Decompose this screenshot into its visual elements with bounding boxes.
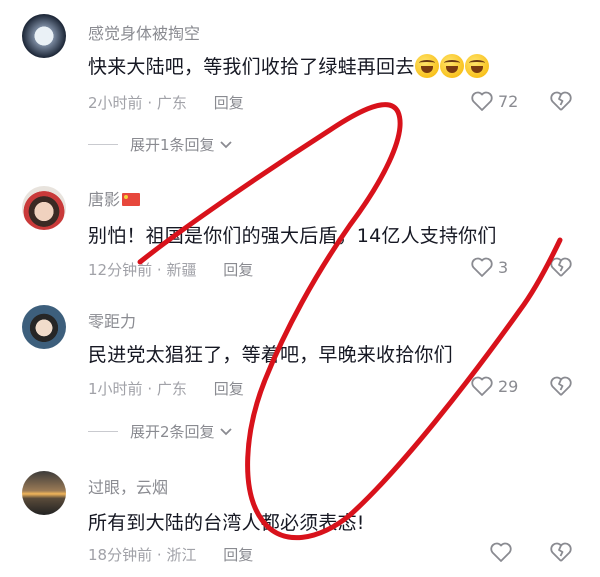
laughing-crying-emoji-icon xyxy=(465,54,490,78)
comment-location: 新疆 xyxy=(166,261,197,279)
avatar[interactable] xyxy=(22,14,66,58)
like-button[interactable] xyxy=(489,541,517,563)
dislike-button[interactable] xyxy=(549,375,573,401)
heart-icon xyxy=(471,91,493,111)
expand-replies-button[interactable]: 展开1条回复 xyxy=(88,134,233,155)
comment-username[interactable]: 过眼，云烟 xyxy=(88,474,168,498)
like-button[interactable]: 72 xyxy=(470,90,518,112)
comment-username[interactable]: 唐影 xyxy=(88,186,141,210)
chevron-down-icon xyxy=(219,140,232,148)
chevron-down-icon xyxy=(219,427,232,435)
broken-heart-icon xyxy=(550,91,572,111)
reply-button[interactable]: 回复 xyxy=(223,546,253,564)
like-count: 72 xyxy=(498,91,519,111)
meta-separator: · xyxy=(147,380,153,398)
comment-meta: 12分钟前 · 新疆 回复 xyxy=(88,259,253,280)
comment-text: 民进党太猖狂了，等着吧，早晚来收拾你们 xyxy=(88,344,453,366)
dislike-button[interactable] xyxy=(549,541,573,567)
reply-button[interactable]: 回复 xyxy=(214,380,244,398)
expand-replies-button[interactable]: 展开2条回复 xyxy=(88,421,233,442)
laughing-crying-emoji-icon xyxy=(415,54,440,78)
laughing-crying-emoji-icon xyxy=(440,54,465,78)
comment-time: 12分钟前 xyxy=(88,261,153,279)
comment-username[interactable]: 零距力 xyxy=(88,308,136,332)
comment-meta: 2小时前 · 广东 回复 xyxy=(88,92,244,113)
comment-time: 2小时前 xyxy=(88,94,143,112)
comment-location: 广东 xyxy=(156,380,187,398)
like-button[interactable]: 29 xyxy=(470,375,518,397)
comment-text: 别怕！祖国是你们的强大后盾，14亿人支持你们 xyxy=(88,225,497,247)
expand-replies-label: 展开1条回复 xyxy=(130,136,215,154)
heart-icon xyxy=(471,376,493,396)
comment-text: 快来大陆吧，等我们收拾了绿蛙再回去 xyxy=(88,52,490,79)
broken-heart-icon xyxy=(550,376,572,396)
heart-icon xyxy=(471,257,493,277)
comment-text-content: 快来大陆吧，等我们收拾了绿蛙再回去 xyxy=(88,56,415,78)
comment-username[interactable]: 感觉身体被掏空 xyxy=(88,20,200,44)
reply-button[interactable]: 回复 xyxy=(214,94,244,112)
comment-text: 所有到大陆的台湾人都必须表态! xyxy=(88,512,365,534)
avatar[interactable] xyxy=(22,305,66,349)
expand-replies-label: 展开2条回复 xyxy=(130,423,215,441)
comment-location: 浙江 xyxy=(166,546,197,564)
divider xyxy=(88,431,118,432)
comment-meta: 18分钟前 · 浙江 回复 xyxy=(88,544,253,565)
broken-heart-icon xyxy=(550,257,572,277)
heart-icon xyxy=(490,542,512,562)
comment-time: 1小时前 xyxy=(88,380,143,398)
like-count: 3 xyxy=(498,257,509,277)
china-flag-icon xyxy=(122,193,141,206)
avatar[interactable] xyxy=(22,471,66,515)
comment-username-label: 唐影 xyxy=(88,190,121,209)
like-count: 29 xyxy=(498,376,519,396)
meta-separator: · xyxy=(156,546,162,564)
comment-time: 18分钟前 xyxy=(88,546,153,564)
comment-meta: 1小时前 · 广东 回复 xyxy=(88,378,244,399)
like-button[interactable]: 3 xyxy=(470,256,508,278)
meta-separator: · xyxy=(156,261,162,279)
comment-location: 广东 xyxy=(156,94,187,112)
divider xyxy=(88,144,118,145)
avatar[interactable] xyxy=(22,186,66,230)
dislike-button[interactable] xyxy=(549,256,573,282)
meta-separator: · xyxy=(147,94,153,112)
dislike-button[interactable] xyxy=(549,90,573,116)
broken-heart-icon xyxy=(550,542,572,562)
reply-button[interactable]: 回复 xyxy=(223,261,253,279)
